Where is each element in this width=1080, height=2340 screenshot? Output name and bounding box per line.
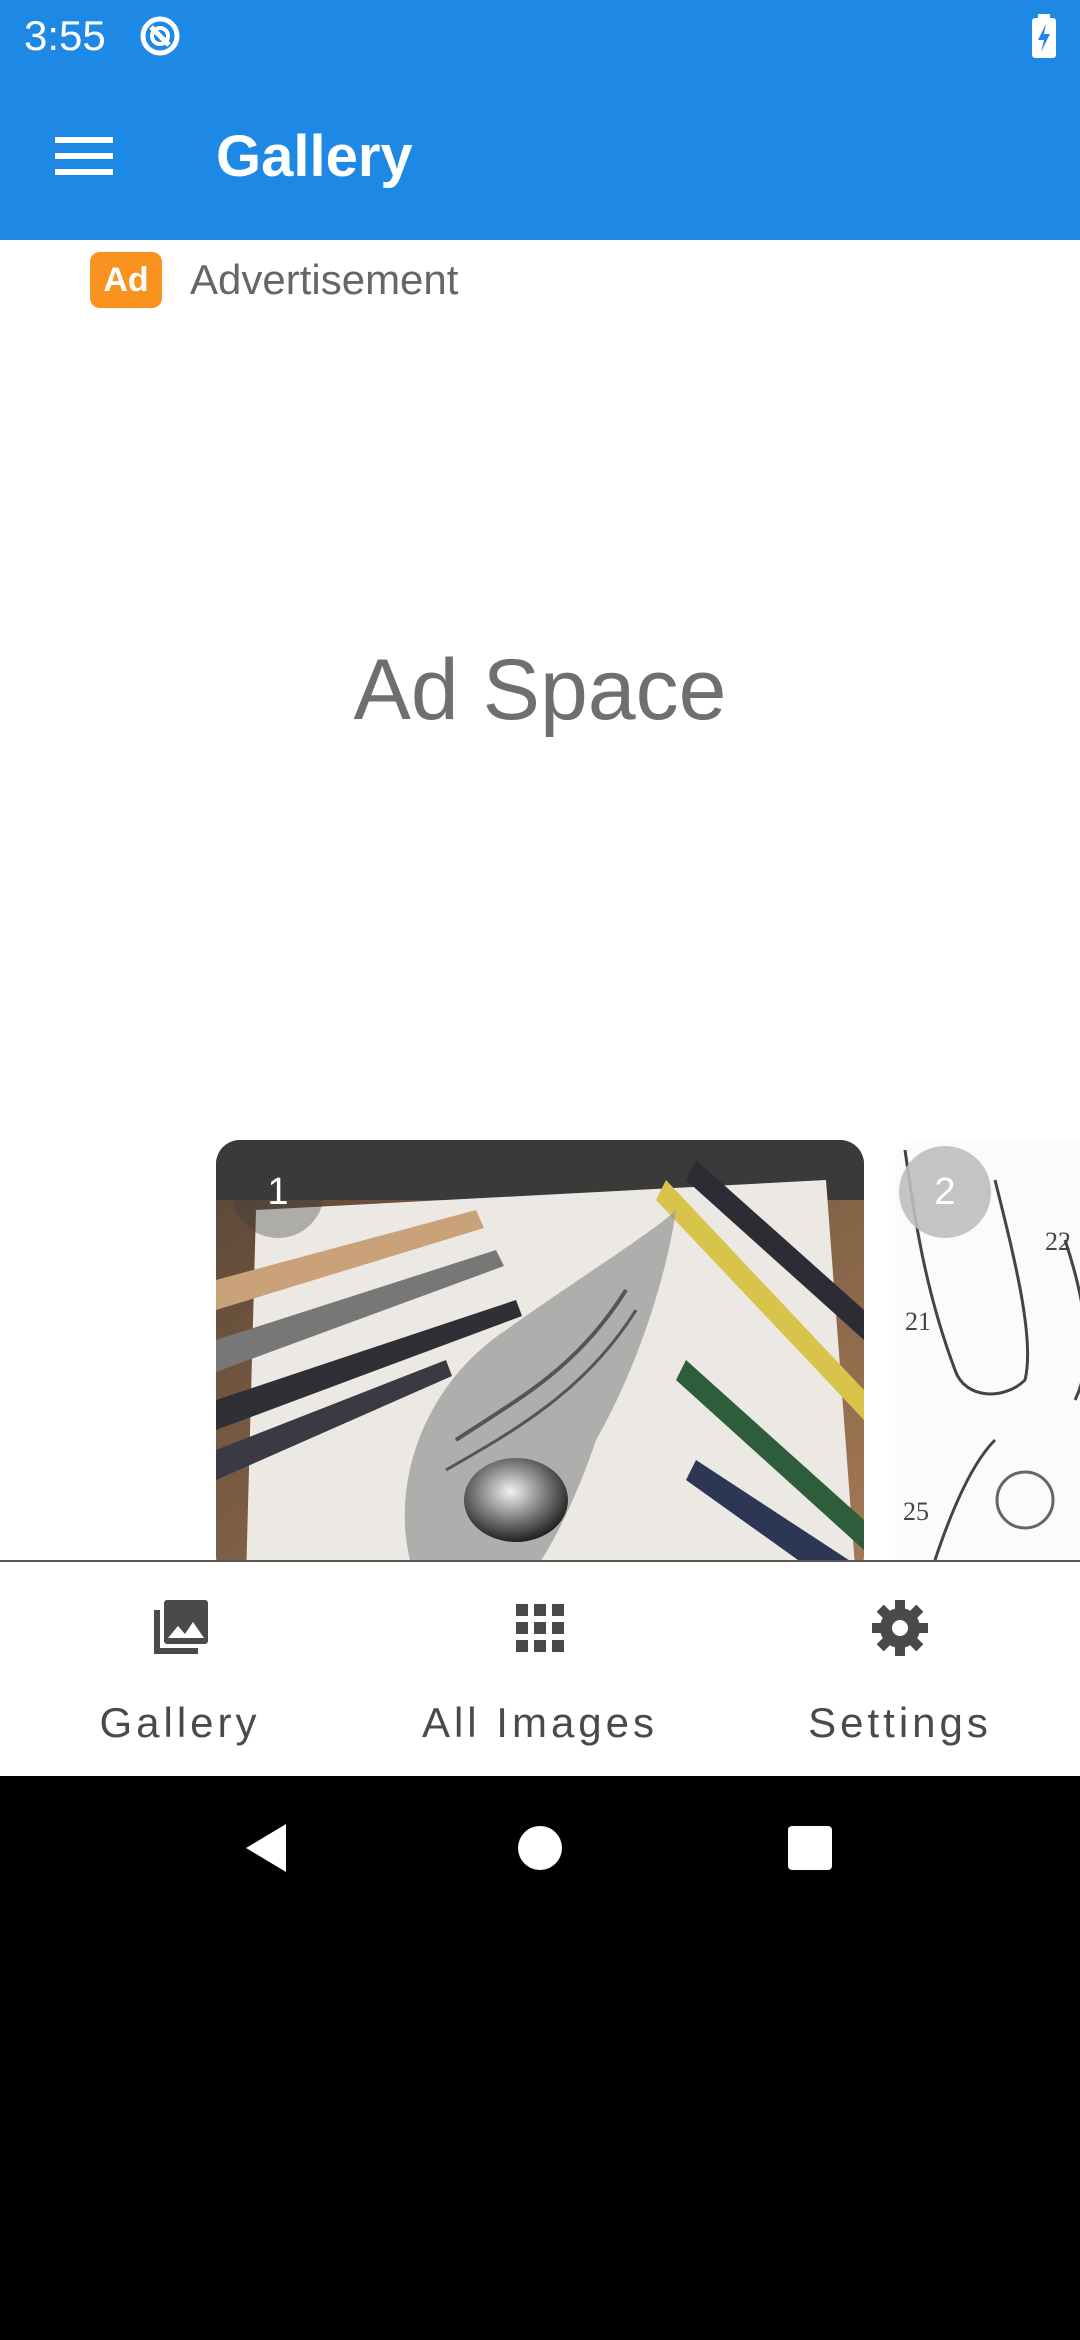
- back-triangle-icon[interactable]: [238, 1818, 298, 1878]
- ad-badge: Ad: [90, 252, 162, 308]
- nav-label: Settings: [808, 1699, 992, 1746]
- app-bar: 3:55 Gallery: [0, 0, 1080, 240]
- system-navigation-bar: [0, 1776, 1080, 1920]
- circle-slash-icon: [140, 16, 180, 56]
- nav-item-settings[interactable]: Settings: [720, 1562, 1080, 1776]
- hamburger-menu-icon[interactable]: [40, 120, 128, 192]
- bottom-navigation: Gallery All Images Settings: [0, 1560, 1080, 1776]
- recents-square-icon[interactable]: [780, 1818, 840, 1878]
- nav-item-all-images[interactable]: All Images: [360, 1562, 720, 1776]
- ad-space[interactable]: Ad Space: [0, 640, 1080, 740]
- card-number-badge: 2: [899, 1146, 991, 1238]
- gallery-card-1[interactable]: 1: [216, 1140, 864, 1560]
- page-title: Gallery: [216, 124, 413, 189]
- svg-text:21: 21: [905, 1307, 931, 1336]
- nav-label: All Images: [421, 1699, 659, 1746]
- advertisement-label: Advertisement: [190, 256, 459, 303]
- card-number-badge: 1: [232, 1146, 324, 1238]
- gallery-card-2[interactable]: 21 22 25 2: [895, 1140, 1080, 1560]
- grid-icon: [516, 1604, 564, 1652]
- main-content: Ad Advertisement Ad Space 1 21 22 25 2: [0, 240, 1080, 1560]
- nav-item-gallery[interactable]: Gallery: [0, 1562, 360, 1776]
- svg-text:25: 25: [903, 1497, 929, 1526]
- status-time: 3:55: [24, 12, 106, 59]
- photo-library-icon: [154, 1600, 208, 1654]
- svg-text:22: 22: [1045, 1227, 1071, 1256]
- gear-icon: [872, 1600, 928, 1656]
- home-circle-icon[interactable]: [510, 1818, 570, 1878]
- nav-label: Gallery: [99, 1699, 261, 1746]
- battery-charging-icon: [1032, 14, 1056, 58]
- image-carousel[interactable]: 1 21 22 25 2: [0, 1140, 1080, 1560]
- screen: 3:55 Gallery Ad Advertisement Ad Space 1…: [0, 0, 1080, 2340]
